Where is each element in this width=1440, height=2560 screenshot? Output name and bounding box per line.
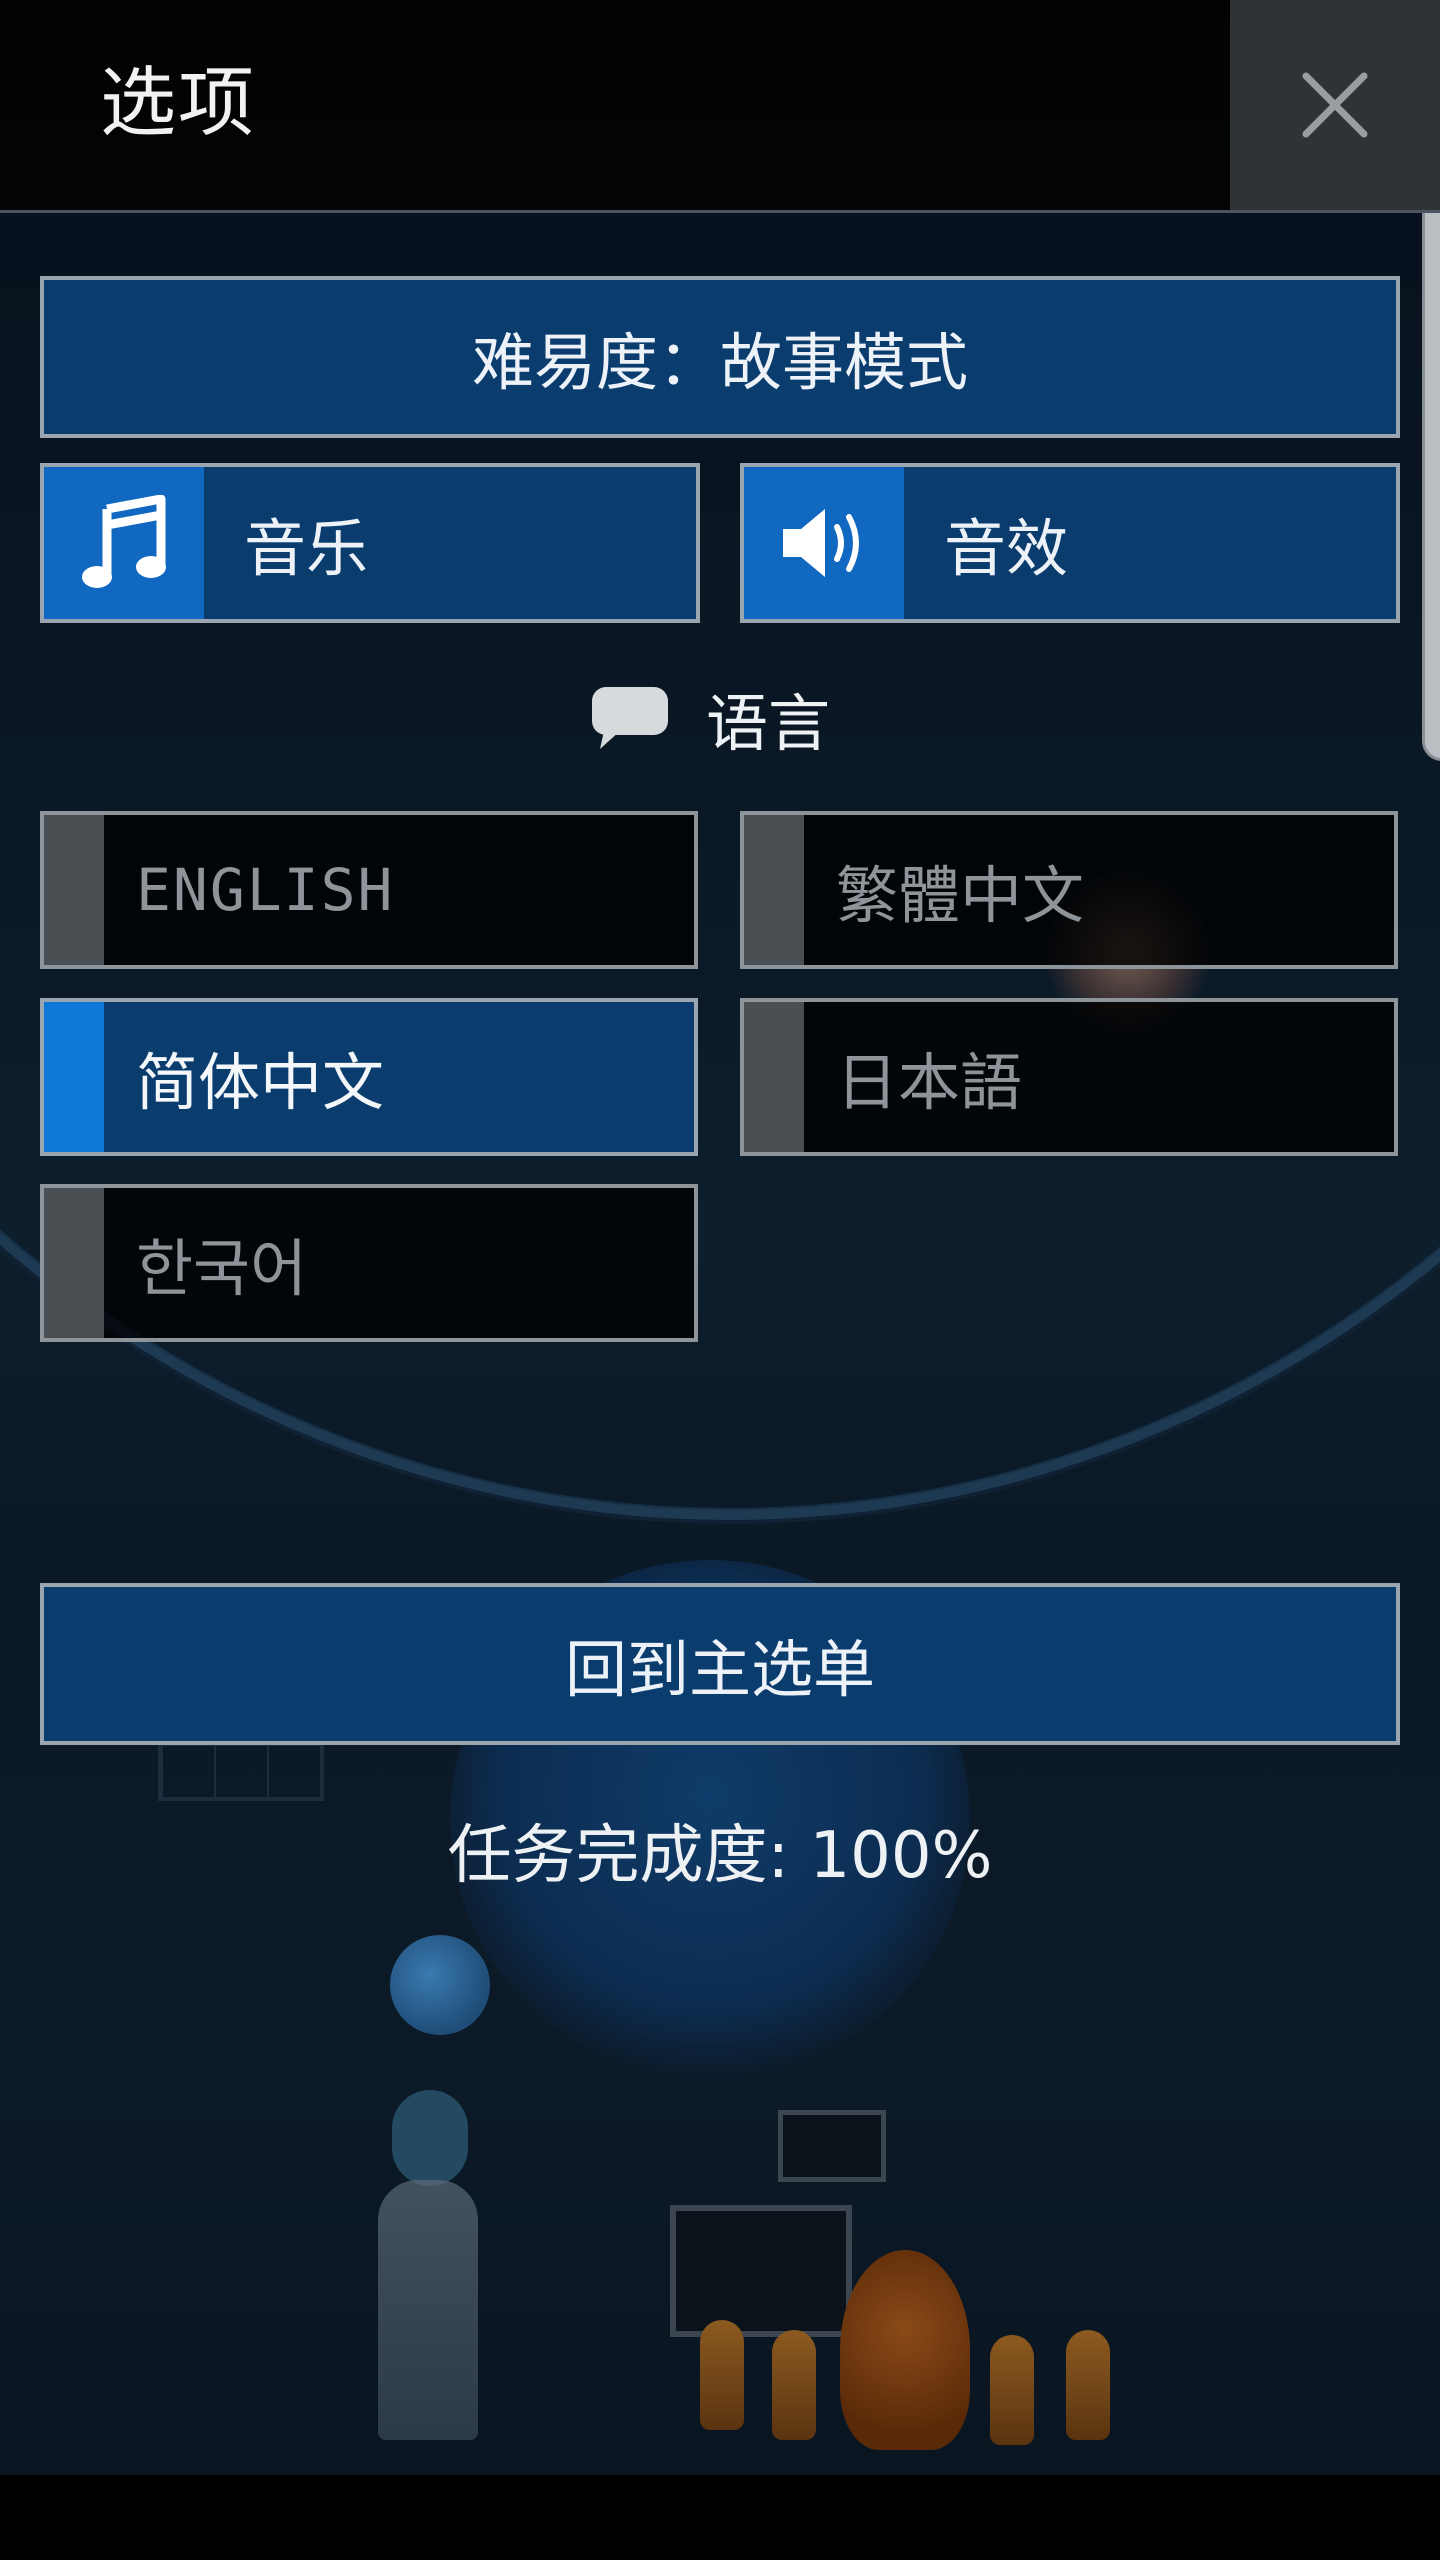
language-option-label: 한국어 [136,1232,308,1305]
background-rocket [990,2335,1034,2445]
music-toggle[interactable]: 音乐 [40,463,700,623]
difficulty-button[interactable]: 难易度：故事模式 [40,276,1400,438]
background-robot [840,2250,970,2450]
background-character [378,2180,478,2440]
speaker-icon [783,509,859,577]
language-option-label: 繁體中文 [836,859,1085,932]
language-heading-label: 语言 [706,687,831,760]
sfx-label: 音效 [944,512,1069,585]
language-option-label: 简体中文 [136,1046,385,1119]
background-rocket [1066,2330,1110,2440]
music-note-icon [82,495,166,588]
language-option-japanese[interactable]: 日本語 [740,998,1398,1156]
sfx-icon-block [744,467,904,619]
speech-bubble-icon [592,687,668,749]
background-drone [390,1935,490,2035]
language-option-label: 日本語 [836,1046,1023,1119]
music-label: 音乐 [244,512,369,585]
page-title: 选项 [100,58,256,147]
difficulty-label: 难易度：故事模式 [471,326,968,399]
close-icon [1302,72,1368,138]
language-option-simplified-chinese[interactable]: 简体中文 [40,998,698,1156]
sfx-toggle[interactable]: 音效 [740,463,1400,623]
background-monitor-small [778,2110,886,2182]
language-option-korean[interactable]: 한국어 [40,1184,698,1342]
bottom-bar [0,2475,1440,2560]
background-rocket [700,2320,744,2430]
mission-completion: 任务完成度: 100% [447,1819,993,1893]
language-indicator [744,1002,804,1152]
language-indicator [44,1002,104,1152]
background-monitor [670,2205,852,2337]
language-option-label: ENGLISH [136,856,395,924]
music-icon-block [44,467,204,619]
background-character-head [392,2090,468,2186]
language-indicator [44,1188,104,1338]
main-menu-button[interactable]: 回到主选单 [40,1583,1400,1745]
language-indicator [44,815,104,965]
language-option-english[interactable]: ENGLISH [40,811,698,969]
header: 选项 [0,0,1440,213]
main-menu-label: 回到主选单 [564,1633,875,1706]
language-option-traditional-chinese[interactable]: 繁體中文 [740,811,1398,969]
language-indicator [744,815,804,965]
close-button[interactable] [1230,0,1440,210]
background-rocket [772,2330,816,2440]
language-heading: 语言 [590,668,830,768]
options-screen: 选项 难易度：故事模式 音乐 音效 语言 ENGLISH 繁體中文 简体中文 日… [0,0,1440,2560]
edge-panel-handle[interactable] [1422,195,1440,761]
